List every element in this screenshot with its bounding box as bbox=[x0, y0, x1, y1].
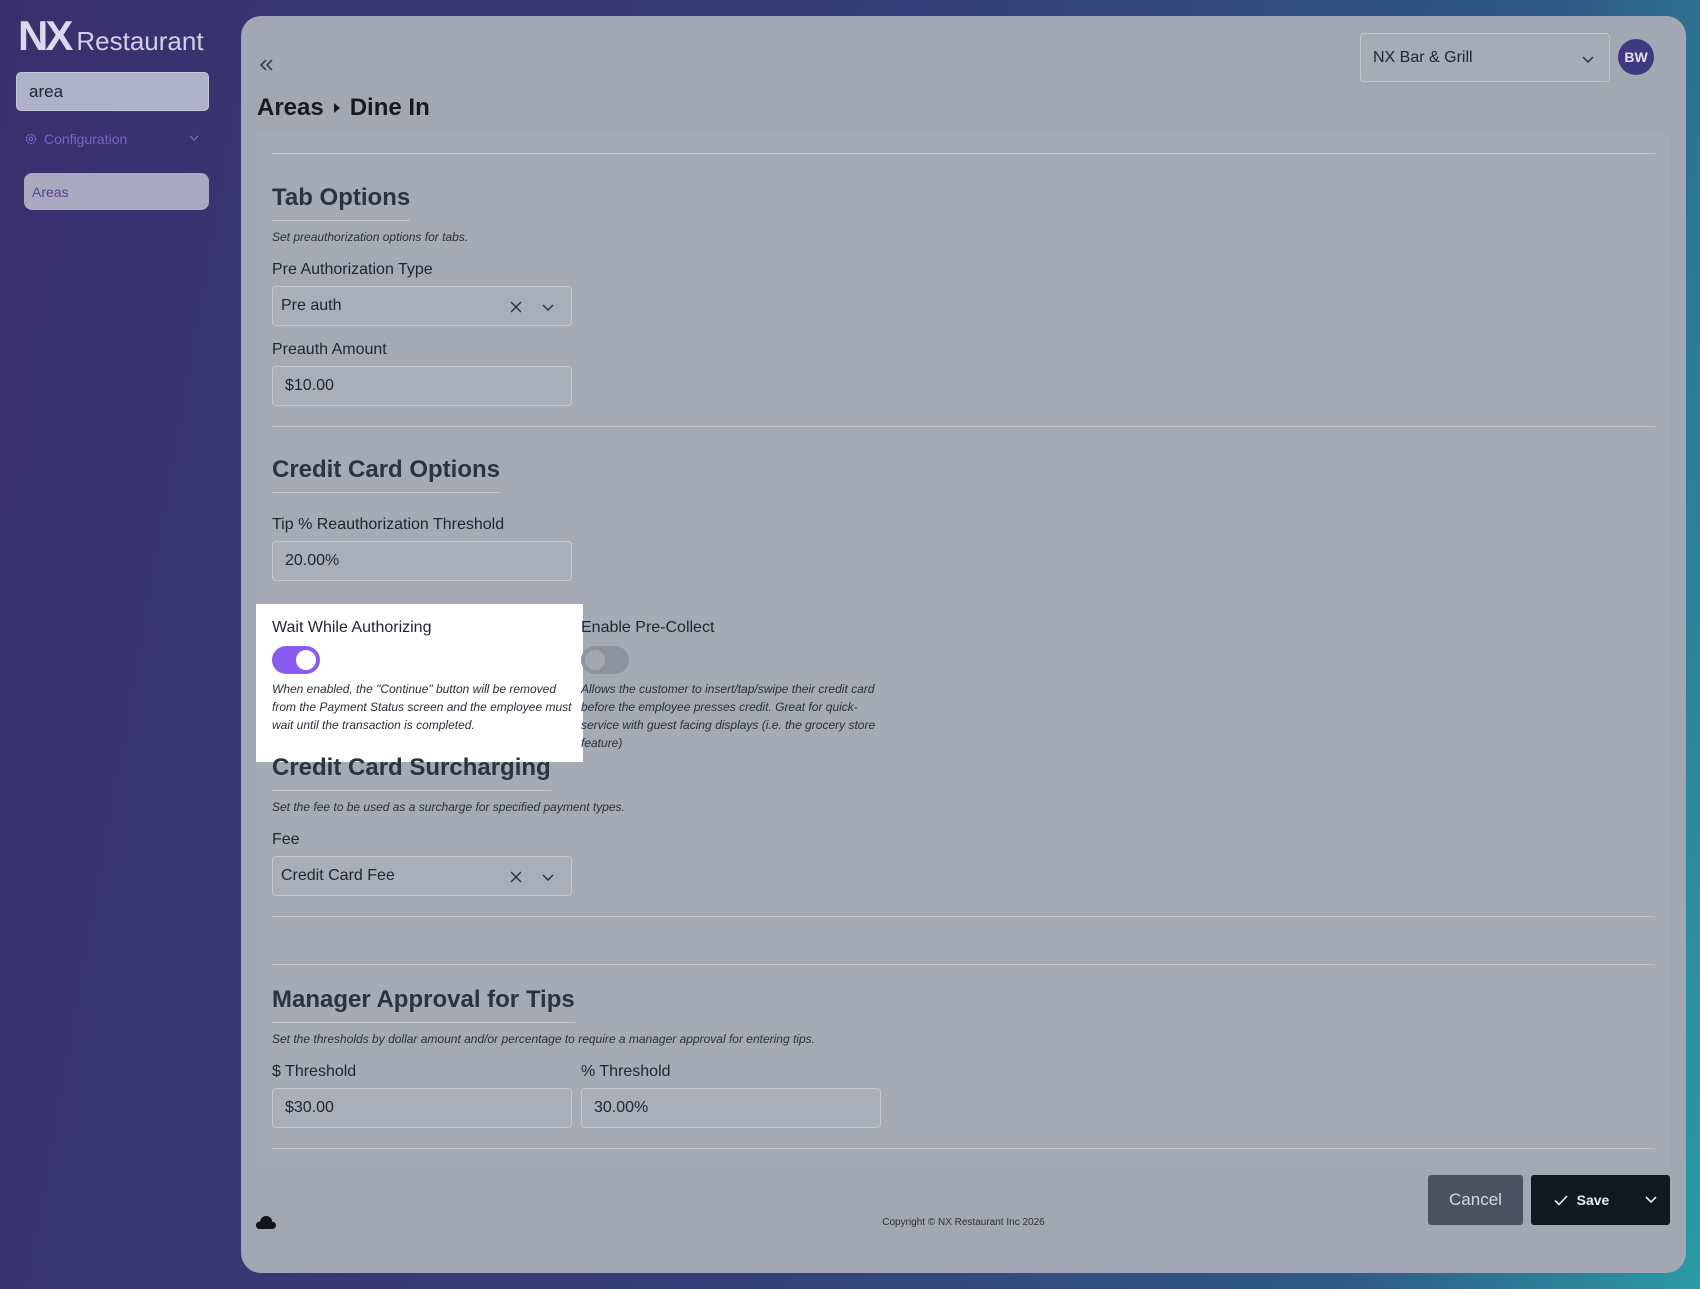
wait-authorizing-toggle[interactable] bbox=[272, 646, 320, 674]
preauth-amount-input[interactable] bbox=[272, 366, 572, 406]
check-icon bbox=[1554, 1195, 1568, 1206]
divider bbox=[272, 916, 1655, 917]
gear-icon bbox=[25, 133, 37, 145]
section-title-manager-approval: Manager Approval for Tips bbox=[272, 986, 575, 1023]
chevron-down-icon bbox=[542, 874, 554, 882]
venue-select[interactable]: NX Bar & Grill bbox=[1360, 33, 1610, 82]
divider bbox=[272, 153, 1655, 154]
tip-threshold-input[interactable] bbox=[272, 541, 572, 581]
copyright-text: Copyright © NX Restaurant Inc 2026 bbox=[882, 1217, 1045, 1228]
section-desc-manager-approval: Set the thresholds by dollar amount and/… bbox=[272, 1032, 815, 1046]
divider bbox=[272, 964, 1655, 965]
dollar-threshold-input[interactable] bbox=[272, 1088, 572, 1128]
double-chevron-left-icon[interactable] bbox=[257, 56, 275, 74]
percent-threshold-input[interactable] bbox=[581, 1088, 881, 1128]
section-title-tab-options: Tab Options bbox=[272, 184, 411, 221]
preauth-type-value: Pre auth bbox=[281, 297, 342, 314]
preauth-amount-label: Preauth Amount bbox=[272, 341, 387, 358]
logo-text: Restaurant bbox=[76, 26, 204, 56]
section-desc-tab-options: Set preauthorization options for tabs. bbox=[272, 230, 469, 244]
precollect-label: Enable Pre-Collect bbox=[581, 619, 715, 636]
close-icon[interactable] bbox=[509, 870, 523, 884]
percent-threshold-label: % Threshold bbox=[581, 1063, 671, 1080]
fee-label: Fee bbox=[272, 831, 300, 848]
fee-select[interactable]: Credit Card Fee bbox=[272, 856, 572, 896]
caret-right-icon bbox=[333, 103, 340, 113]
section-title-surcharging: Credit Card Surcharging bbox=[272, 754, 551, 791]
wait-authorizing-help: When enabled, the "Continue" button will… bbox=[272, 682, 572, 732]
sidebar: NX Restaurant Configuration Areas bbox=[0, 0, 240, 1289]
chevron-down-icon bbox=[1645, 1195, 1657, 1203]
chevron-down-icon bbox=[189, 135, 199, 142]
app-logo: NX Restaurant bbox=[18, 12, 204, 59]
precollect-help: Allows the customer to insert/tap/swipe … bbox=[581, 682, 876, 750]
section-desc-surcharging: Set the fee to be used as a surcharge fo… bbox=[272, 800, 625, 814]
chevron-down-icon bbox=[1582, 56, 1594, 64]
tip-threshold-label: Tip % Reauthorization Threshold bbox=[272, 516, 505, 533]
logo-mark: NX bbox=[18, 12, 73, 59]
divider bbox=[272, 426, 1655, 427]
toggle-knob bbox=[585, 650, 605, 670]
breadcrumb-item-dine-in: Dine In bbox=[349, 94, 430, 121]
section-title-credit-card-options: Credit Card Options bbox=[272, 456, 501, 493]
toggle-knob bbox=[296, 650, 316, 670]
main-panel: NX Bar & Grill BW Areas Dine In Tab Opti… bbox=[241, 16, 1686, 1273]
sidebar-search-input[interactable] bbox=[16, 72, 209, 111]
avatar[interactable]: BW bbox=[1618, 39, 1654, 75]
sidebar-item-areas[interactable]: Areas bbox=[24, 173, 209, 210]
fee-value: Credit Card Fee bbox=[281, 867, 395, 884]
precollect-toggle[interactable] bbox=[581, 646, 629, 674]
divider bbox=[272, 1148, 1655, 1149]
sidebar-group-label: Configuration bbox=[44, 131, 128, 147]
preauth-type-label: Pre Authorization Type bbox=[272, 261, 433, 278]
preauth-type-select[interactable]: Pre auth bbox=[272, 286, 572, 326]
sidebar-group-configuration[interactable]: Configuration bbox=[24, 128, 200, 150]
sidebar-item-label: Areas bbox=[32, 183, 69, 200]
chevron-down-icon bbox=[542, 304, 554, 312]
breadcrumb-item-areas[interactable]: Areas bbox=[257, 94, 324, 122]
breadcrumb: Areas Dine In bbox=[257, 94, 430, 122]
settings-content: Tab Options Set preauthorization options… bbox=[256, 134, 1670, 1168]
wait-authorizing-label: Wait While Authorizing bbox=[272, 619, 432, 636]
save-button-label: Save bbox=[1576, 1192, 1610, 1208]
dollar-threshold-label: $ Threshold bbox=[272, 1063, 357, 1080]
venue-select-value: NX Bar & Grill bbox=[1373, 48, 1473, 66]
close-icon[interactable] bbox=[509, 300, 523, 314]
